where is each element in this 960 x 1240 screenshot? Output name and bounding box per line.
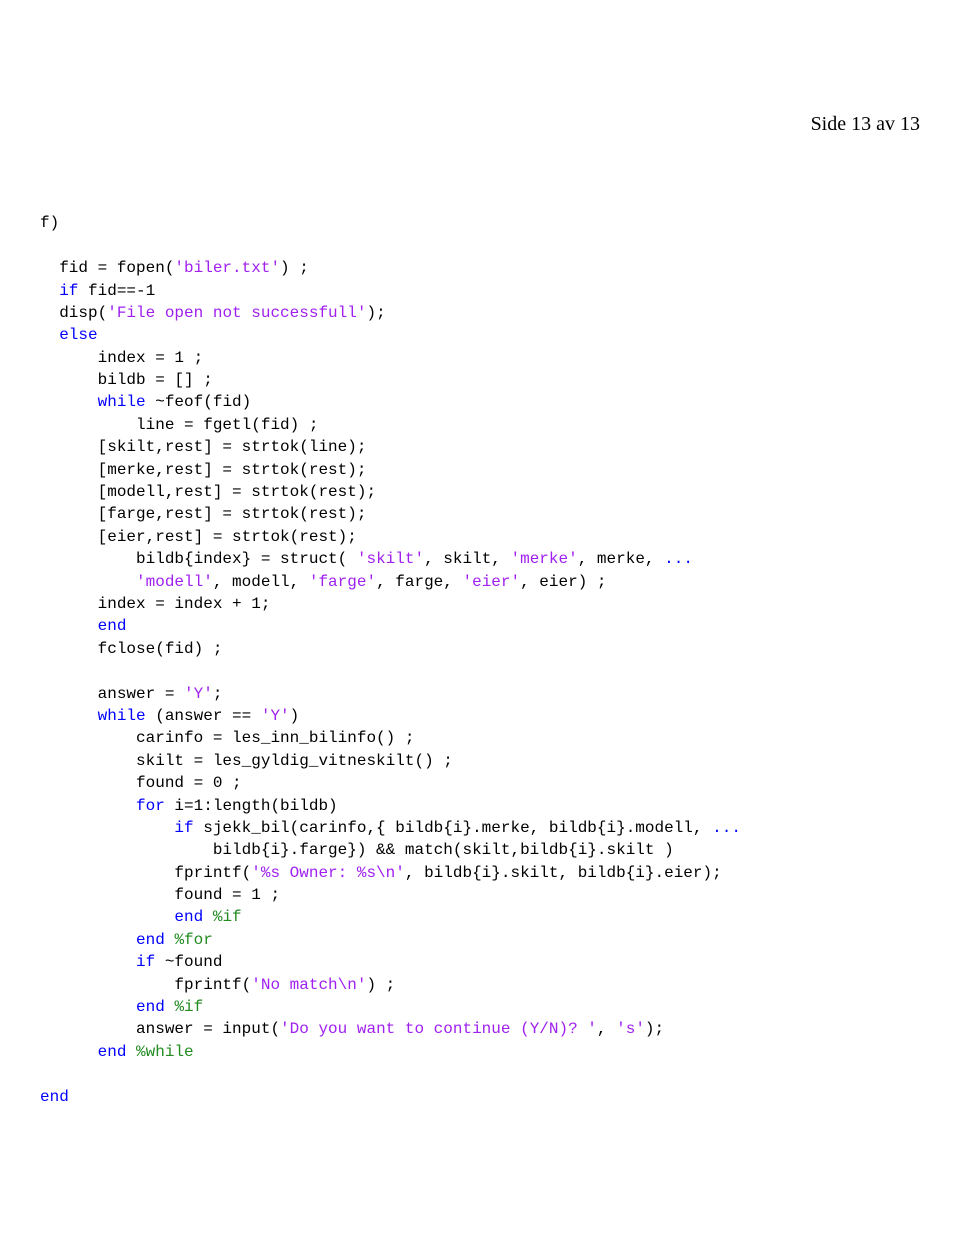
code-line: if sjekk_bil(carinfo,{ bildb{i}.merke, b…: [40, 817, 920, 839]
code-line: found = 1 ;: [40, 884, 920, 906]
code-line: bildb = [] ;: [40, 369, 920, 391]
code-line: end %if: [40, 996, 920, 1018]
code-block: f) fid = fopen('biler.txt') ; if fid==-1…: [40, 212, 920, 1108]
code-line: fid = fopen('biler.txt') ;: [40, 257, 920, 279]
code-line: line = fgetl(fid) ;: [40, 414, 920, 436]
code-line: fprintf('%s Owner: %s\n', bildb{i}.skilt…: [40, 862, 920, 884]
code-line: bildb{index} = struct( 'skilt', skilt, '…: [40, 548, 920, 570]
code-line: else: [40, 324, 920, 346]
code-line: answer = input('Do you want to continue …: [40, 1018, 920, 1040]
code-line: end: [40, 615, 920, 637]
code-line: [eier,rest] = strtok(rest);: [40, 526, 920, 548]
code-line: index = 1 ;: [40, 347, 920, 369]
code-line: end %for: [40, 929, 920, 951]
code-line: 'modell', modell, 'farge', farge, 'eier'…: [40, 571, 920, 593]
code-line: [modell,rest] = strtok(rest);: [40, 481, 920, 503]
code-line: [40, 235, 920, 257]
code-line: for i=1:length(bildb): [40, 795, 920, 817]
code-line: fclose(fid) ;: [40, 638, 920, 660]
page-number-header: Side 13 av 13: [40, 110, 920, 138]
code-line: [40, 1063, 920, 1085]
code-line: if ~found: [40, 951, 920, 973]
code-line: found = 0 ;: [40, 772, 920, 794]
code-line: end: [40, 1086, 920, 1108]
code-line: carinfo = les_inn_bilinfo() ;: [40, 727, 920, 749]
code-line: [40, 660, 920, 682]
code-line: fprintf('No match\n') ;: [40, 974, 920, 996]
code-line: skilt = les_gyldig_vitneskilt() ;: [40, 750, 920, 772]
code-line: f): [40, 212, 920, 234]
code-line: disp('File open not successfull');: [40, 302, 920, 324]
code-line: if fid==-1: [40, 280, 920, 302]
code-line: [skilt,rest] = strtok(line);: [40, 436, 920, 458]
code-line: end %while: [40, 1041, 920, 1063]
code-line: [farge,rest] = strtok(rest);: [40, 503, 920, 525]
code-line: while ~feof(fid): [40, 391, 920, 413]
code-line: end %if: [40, 906, 920, 928]
code-line: [merke,rest] = strtok(rest);: [40, 459, 920, 481]
code-line: answer = 'Y';: [40, 683, 920, 705]
code-line: index = index + 1;: [40, 593, 920, 615]
code-line: while (answer == 'Y'): [40, 705, 920, 727]
code-line: bildb{i}.farge}) && match(skilt,bildb{i}…: [40, 839, 920, 861]
